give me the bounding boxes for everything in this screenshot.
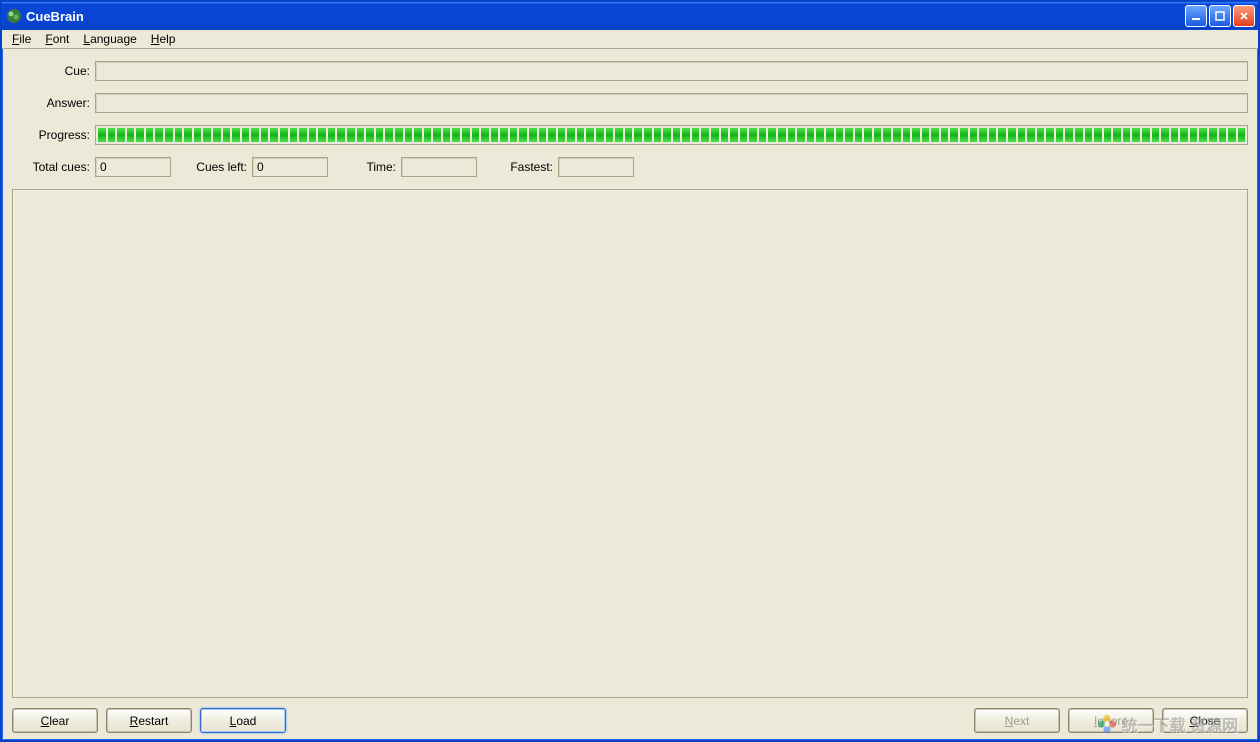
menu-language[interactable]: Language (77, 31, 142, 47)
right-button-group: Next Ignore Close (974, 708, 1248, 732)
window-title: CueBrain (26, 9, 84, 24)
app-icon (6, 8, 22, 24)
close-button[interactable]: Close (1162, 708, 1248, 733)
time-value (401, 157, 477, 177)
progress-bar (95, 125, 1248, 145)
menu-file[interactable]: File (6, 31, 37, 47)
answer-input[interactable] (95, 93, 1248, 113)
clear-button[interactable]: Clear (12, 708, 98, 733)
answer-label: Answer: (12, 96, 95, 110)
next-button[interactable]: Next (974, 708, 1060, 733)
close-window-button[interactable] (1233, 5, 1255, 27)
menu-help[interactable]: Help (145, 31, 182, 47)
app-window: CueBrain File Font Language Help Cue: An… (0, 0, 1260, 742)
cue-label: Cue: (12, 64, 95, 78)
minimize-button[interactable] (1185, 5, 1207, 27)
content-area: Cue: Answer: Progress: Total cues: 0 Cue… (2, 49, 1258, 740)
total-cues-label: Total cues: (12, 160, 95, 174)
ignore-button[interactable]: Ignore (1068, 708, 1154, 733)
fastest-value (558, 157, 634, 177)
menu-font[interactable]: Font (39, 31, 75, 47)
load-button[interactable]: Load (200, 708, 286, 733)
progress-label: Progress: (12, 128, 95, 142)
cues-left-value: 0 (252, 157, 328, 177)
menu-bar: File Font Language Help (2, 30, 1258, 49)
total-cues-value: 0 (95, 157, 171, 177)
cue-input[interactable] (95, 61, 1248, 81)
cues-left-label: Cues left: (191, 160, 252, 174)
main-text-area[interactable] (12, 189, 1248, 698)
time-label: Time: (348, 160, 401, 174)
fastest-label: Fastest: (497, 160, 558, 174)
left-button-group: Clear Restart Load (12, 708, 286, 732)
maximize-button[interactable] (1209, 5, 1231, 27)
title-bar[interactable]: CueBrain (2, 2, 1258, 30)
window-controls (1185, 5, 1255, 27)
restart-button[interactable]: Restart (106, 708, 192, 733)
